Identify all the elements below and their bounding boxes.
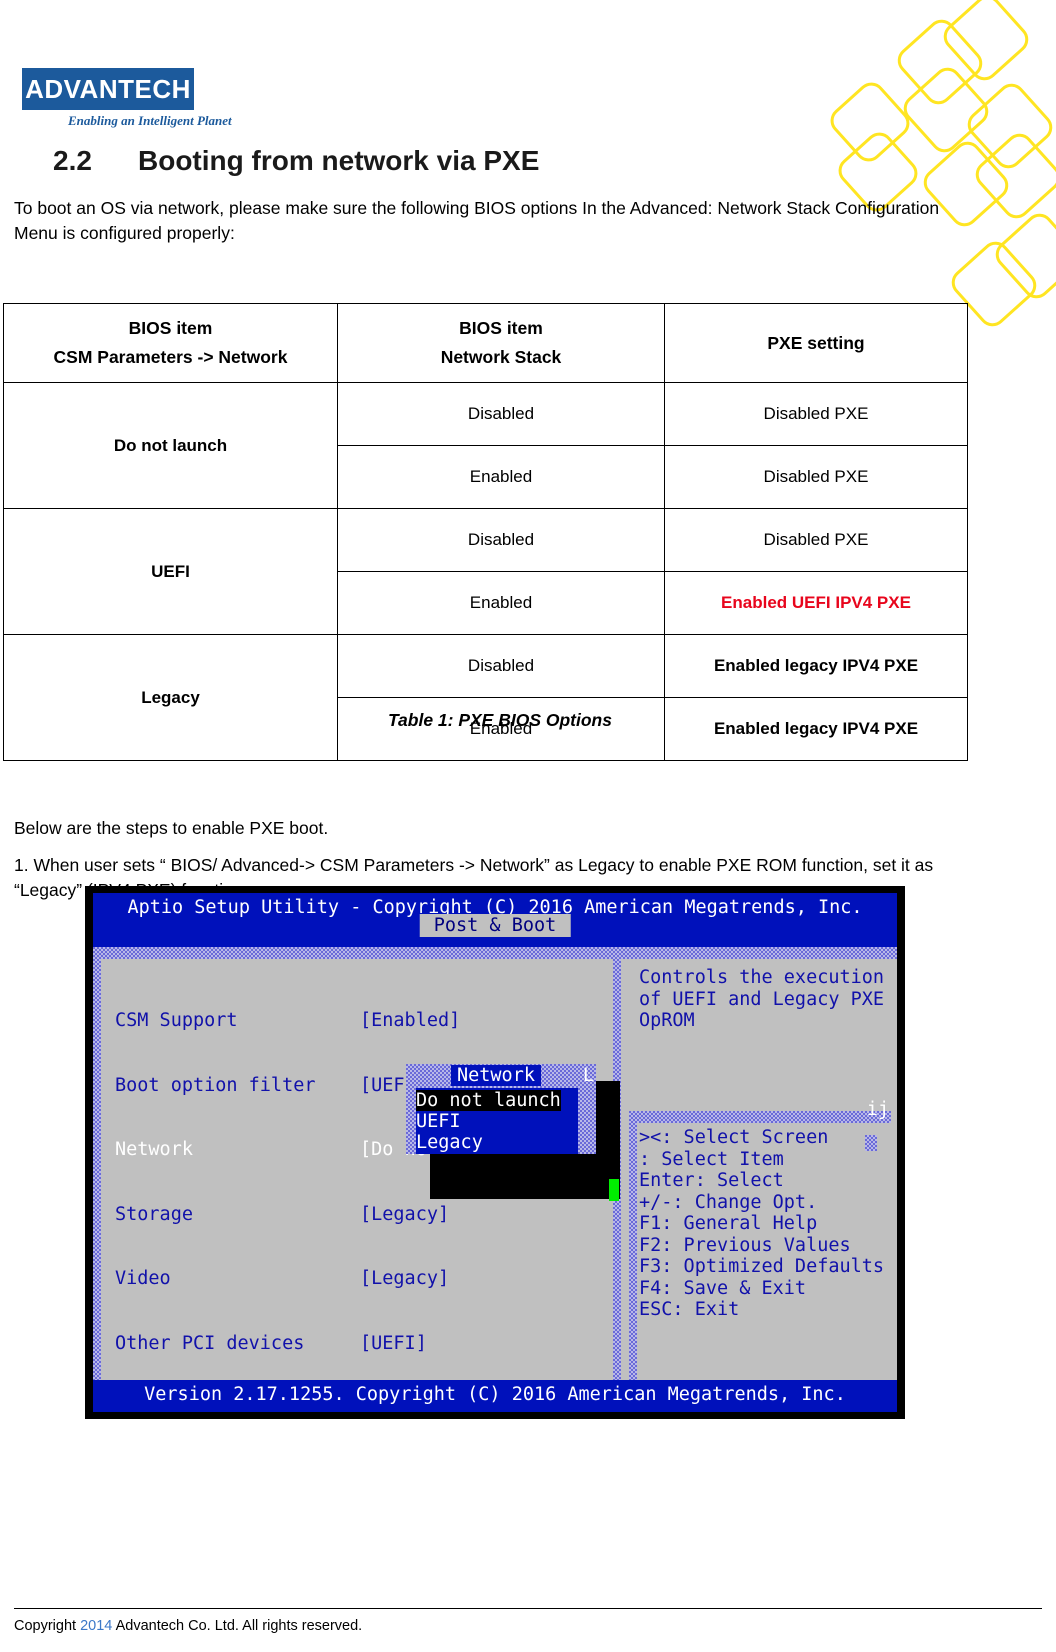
below-steps-text: Below are the steps to enable PXE boot. [14, 818, 329, 838]
header-line-1: PXE setting [767, 332, 865, 353]
page-footer: Copyright 2014 Advantech Co. Ltd. All ri… [14, 1618, 362, 1634]
copyright-prefix: Copyright [14, 1618, 81, 1634]
help-key-list: ><: Select Screen : Select Item Enter: S… [639, 1127, 885, 1320]
deco-square [937, 0, 1035, 87]
copyright-suffix: Advantech Co. Ltd. All rights reserved. [112, 1618, 363, 1634]
menu-label: Network [115, 1139, 193, 1160]
menu-item-csm-support[interactable]: CSM Support [Enabled] [115, 1010, 549, 1032]
pxe-value: Enabled legacy IPV4 PXE [664, 634, 968, 698]
header-line-2: Network Stack [440, 347, 562, 367]
menu-label: Other PCI devices [115, 1332, 305, 1354]
pxe-value: Disabled PXE [664, 508, 968, 572]
bios-top-band [93, 947, 897, 959]
bios-screenshot: Aptio Setup Utility - Copyright (C) 2016… [85, 886, 905, 1419]
menu-value: [Enabled] [360, 1010, 461, 1031]
logo-mark: ADVANTECH [22, 68, 194, 110]
stack-value: Enabled [337, 571, 665, 635]
menu-label: Boot option filter [115, 1074, 316, 1096]
section-number: 2.2 [53, 145, 92, 176]
group-cell-legacy: Legacy [3, 634, 338, 761]
copyright-year: 2014 [80, 1618, 113, 1634]
header-line-1: BIOS item [128, 318, 213, 338]
help-corner-glyph: ij [866, 1099, 889, 1120]
popup-title: Network [451, 1065, 541, 1086]
menu-item-other-pci-devices[interactable]: Other PCI devices [UEFI] [115, 1333, 549, 1355]
deco-square [989, 207, 1056, 305]
logo-wordmark: ADVANTECH [25, 73, 191, 104]
header-cell-pxe-setting: PXE setting [664, 303, 968, 383]
pxe-value-highlight: Enabled UEFI IPV4 PXE [664, 571, 968, 635]
stack-value: Disabled [337, 382, 665, 446]
menu-value: [Legacy] [360, 1203, 450, 1225]
help-description: Controls the execution of UEFI and Legac… [639, 967, 885, 1031]
bios-tab-post-and-boot[interactable]: Post & Boot [419, 914, 571, 937]
stack-value: Enabled [337, 445, 665, 509]
table-header-row: BIOS item CSM Parameters -> Network BIOS… [3, 303, 968, 383]
menu-label: Video [115, 1268, 171, 1289]
bios-content-area: CSM Support [Enabled] Boot option filter… [93, 959, 897, 1380]
menu-value: [UEFI] [360, 1332, 427, 1354]
page-title: 2.2 Booting from network via PXE [18, 145, 998, 177]
header-line-2: CSM Parameters -> Network [53, 347, 288, 367]
advantech-logo: ADVANTECH Enabling an Intelligent Planet [22, 68, 282, 129]
menu-label: CSM Support [115, 1010, 238, 1031]
header-cell-csm: BIOS item CSM Parameters -> Network [3, 303, 338, 383]
popup-option-legacy[interactable]: Legacy [416, 1132, 483, 1153]
popup-option-do-not-launch[interactable]: Do not launch [416, 1090, 561, 1111]
popup-right-rail[interactable] [578, 1088, 596, 1154]
menu-label: Storage [115, 1203, 193, 1225]
popup-corner-glyph: L [582, 1065, 594, 1086]
bios-version-footer: Version 2.17.1255. Copyright (C) 2016 Am… [93, 1380, 897, 1412]
pxe-options-table: BIOS item CSM Parameters -> Network BIOS… [3, 303, 968, 761]
help-divider-band: ij [629, 1099, 891, 1123]
menu-item-storage[interactable]: Storage [Legacy] [115, 1204, 549, 1226]
popup-header-band: Network L [406, 1064, 596, 1088]
deco-square [891, 13, 989, 111]
table-row: Do not launch Disabled Disabled PXE [3, 382, 968, 509]
group-cell-uefi: UEFI [3, 508, 338, 635]
table-row: UEFI Disabled Disabled PXE [3, 508, 968, 635]
bios-help-panel: Controls the execution of UEFI and Legac… [629, 959, 891, 1380]
table-row: Legacy Disabled Enabled legacy IPV4 PXE [3, 634, 968, 761]
popup-options-body: Do not launch UEFI Legacy [406, 1088, 596, 1154]
pxe-value: Disabled PXE [664, 445, 968, 509]
left-scroll-rail[interactable] [93, 959, 101, 1380]
group-cell-do-not-launch: Do not launch [3, 382, 338, 509]
header-cell-network-stack: BIOS item Network Stack [337, 303, 665, 383]
deco-square [897, 61, 995, 159]
header-line-1: BIOS item [459, 318, 543, 338]
help-left-rail [629, 1123, 637, 1380]
popup-left-rail [406, 1088, 416, 1154]
pxe-value: Disabled PXE [664, 382, 968, 446]
stack-value: Disabled [337, 634, 665, 698]
popup-option-uefi[interactable]: UEFI [416, 1111, 461, 1132]
intro-paragraph: To boot an OS via network, please make s… [14, 198, 940, 243]
footer-divider [14, 1608, 1042, 1609]
green-cursor-block [609, 1179, 619, 1201]
menu-item-video[interactable]: Video [Legacy] [115, 1268, 549, 1290]
network-option-popup[interactable]: Network L Do not launch UEFI Legacy [406, 1064, 596, 1154]
section-title: Booting from network via PXE [138, 145, 540, 176]
logo-tagline: Enabling an Intelligent Planet [68, 113, 232, 128]
menu-value: [Legacy] [360, 1268, 450, 1289]
stack-value: Disabled [337, 508, 665, 572]
table-caption: Table 1: PXE BIOS Options [388, 710, 612, 730]
